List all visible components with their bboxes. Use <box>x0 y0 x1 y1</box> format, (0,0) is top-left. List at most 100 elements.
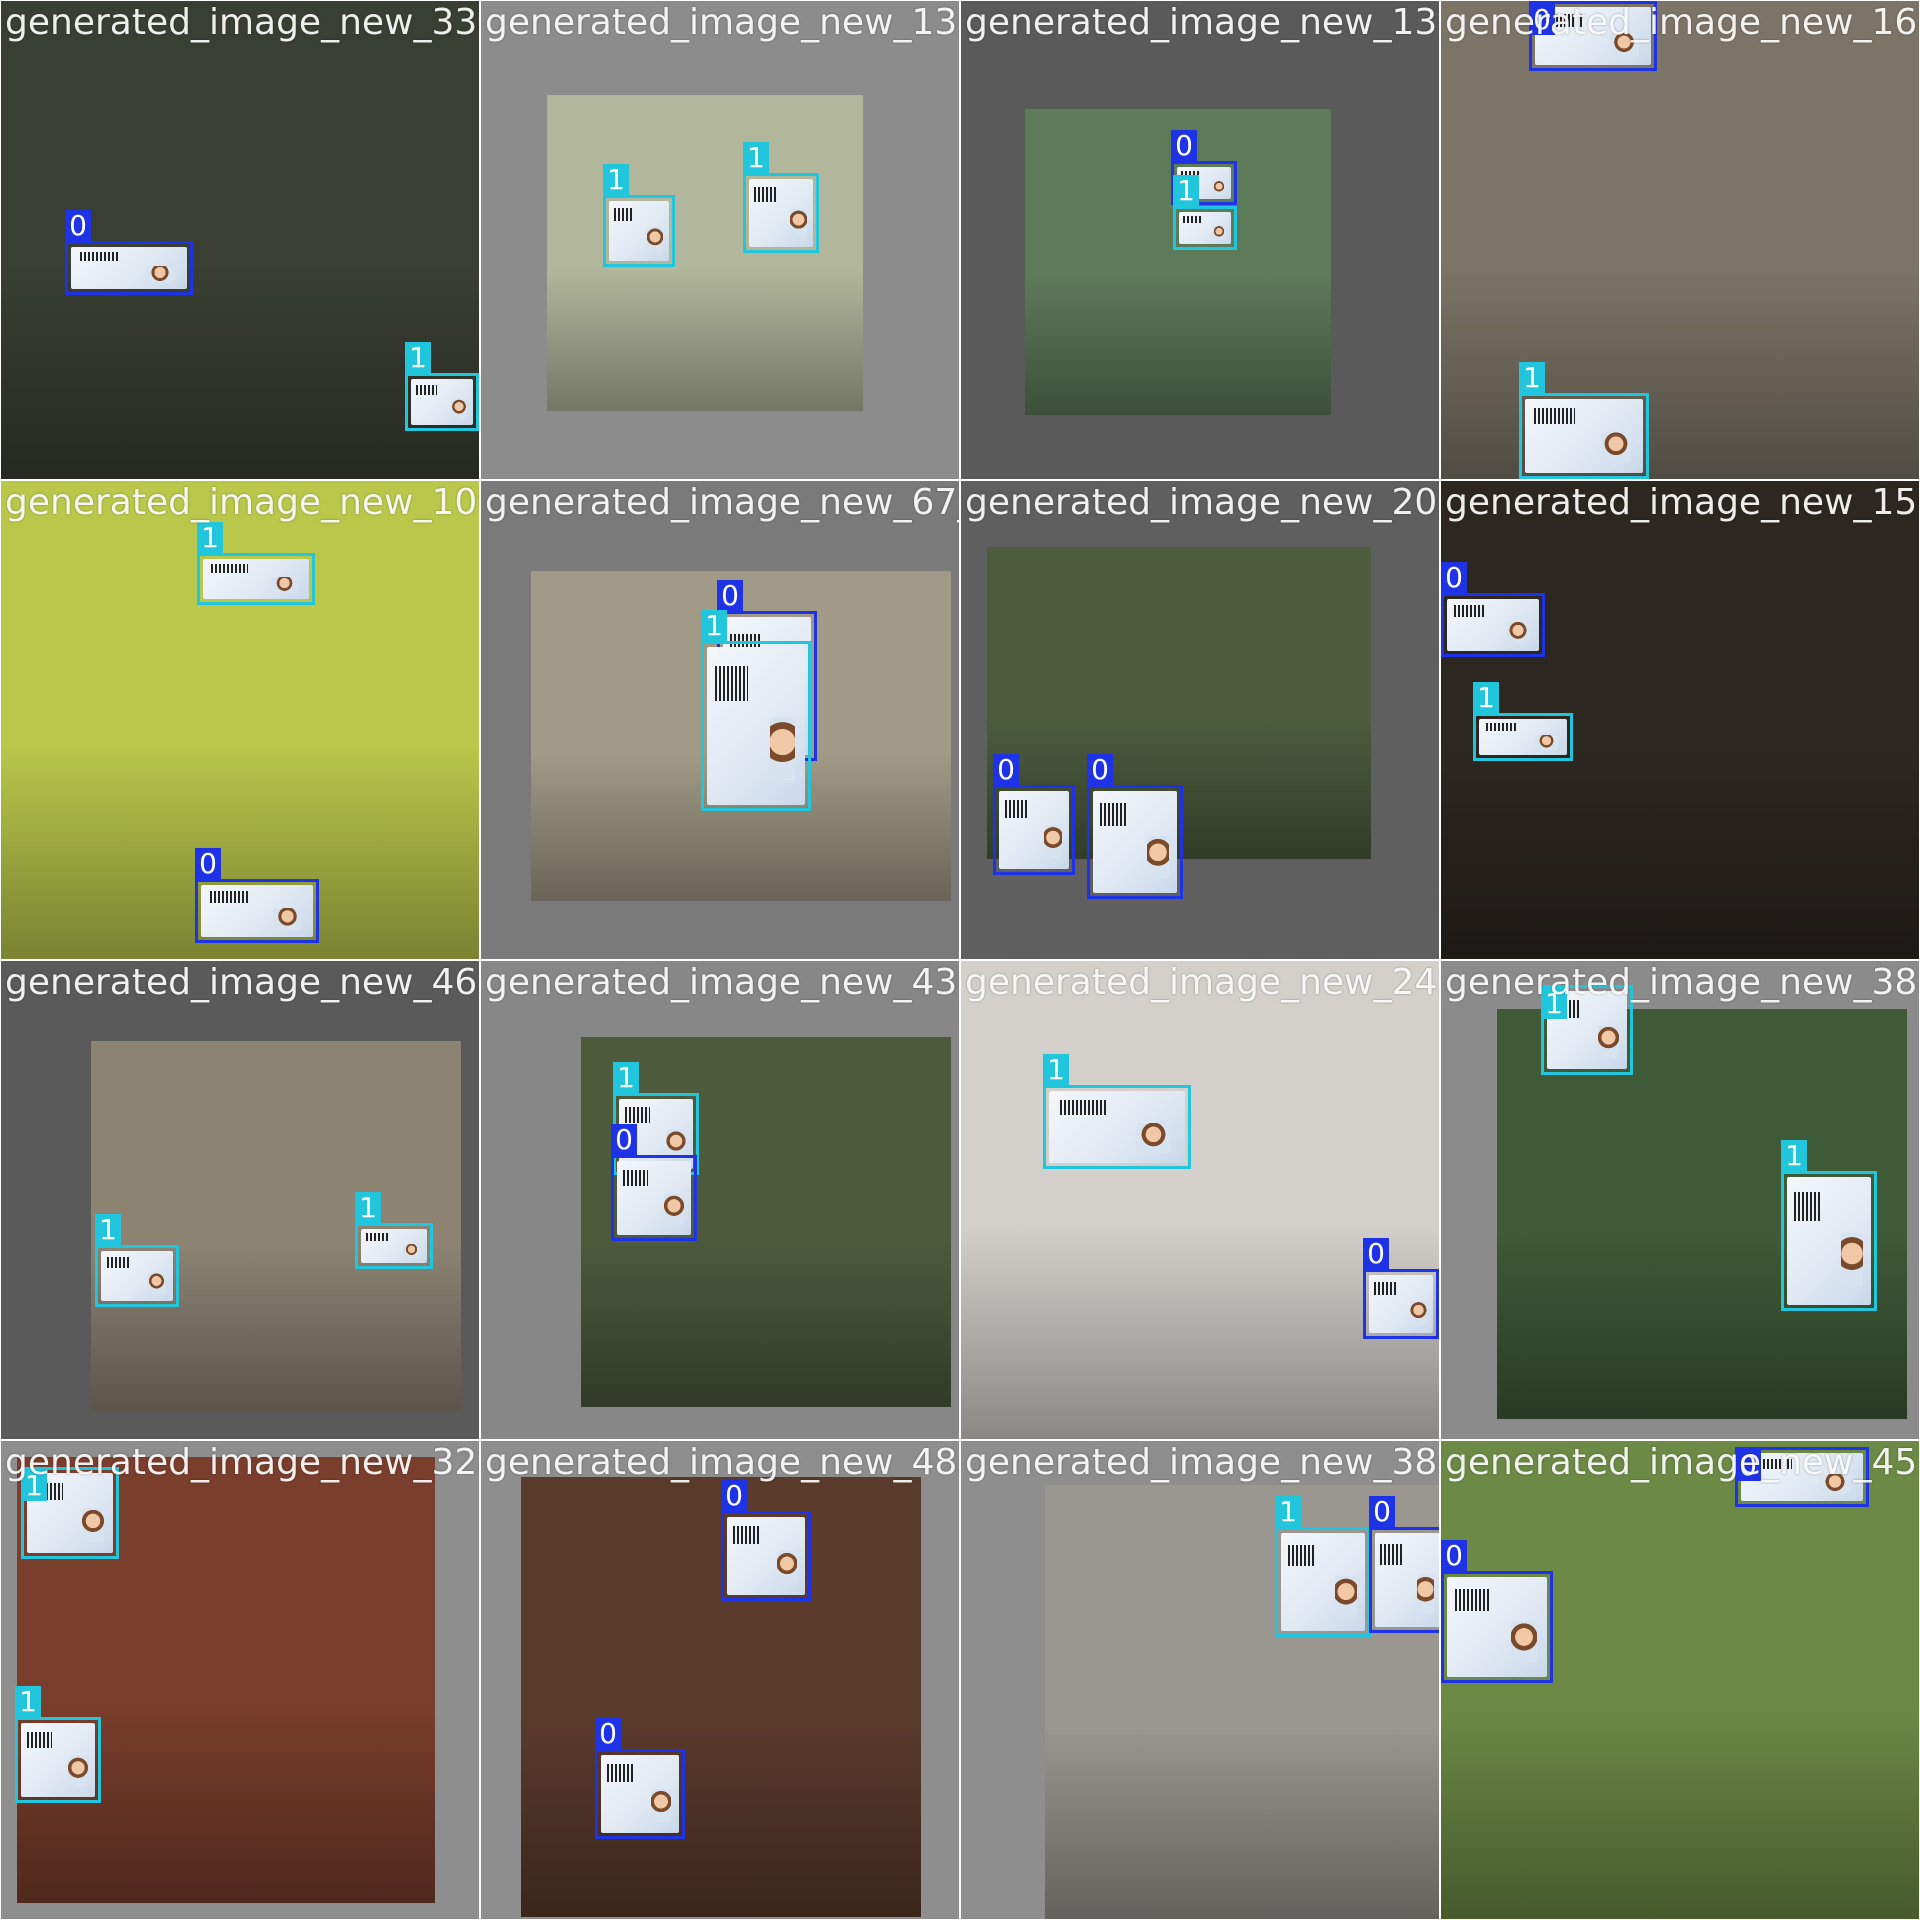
mosaic-tile: 0 1 generated_image_new_168 <box>1440 0 1920 480</box>
class-label: 0 <box>595 1718 621 1749</box>
class-label: 1 <box>197 522 223 553</box>
class-label: 1 <box>355 1192 381 1223</box>
detection-box: 1 <box>1541 985 1633 1075</box>
detection-box: 0 <box>993 754 1075 875</box>
id-card-image <box>609 201 669 261</box>
detection-box: 1 <box>197 522 315 605</box>
id-card-image <box>101 1251 173 1301</box>
tile-photo <box>961 961 1439 1439</box>
mosaic-tile: 1 0 generated_image_new_430_jpg.rf.2bdc655 <box>480 960 960 1440</box>
mosaic-tile: 1 1 generated_image_new_384 <box>1440 960 1920 1440</box>
class-label: 1 <box>21 1470 47 1501</box>
id-card-image <box>1281 1533 1365 1631</box>
detection-box: 1 <box>1473 682 1573 761</box>
class-label: 0 <box>195 848 221 879</box>
tile-filename: generated_image_new_133_jpg.rf.a1509bdb6… <box>485 2 959 43</box>
class-label: 0 <box>1441 1540 1467 1571</box>
id-card-image <box>1787 1177 1871 1305</box>
class-label: 1 <box>1173 175 1199 206</box>
id-card-image <box>1049 1091 1185 1163</box>
id-card-image <box>361 1229 427 1263</box>
class-label: 0 <box>721 1480 747 1511</box>
class-label: 1 <box>743 142 769 173</box>
detection-box: 0 <box>1441 562 1545 657</box>
id-card-image <box>21 1723 95 1797</box>
class-label: 0 <box>1171 130 1197 161</box>
class-label: 1 <box>1781 1140 1807 1171</box>
detection-box: 1 <box>1275 1496 1371 1637</box>
class-label: 0 <box>1087 754 1113 785</box>
class-label: 1 <box>613 1062 639 1093</box>
mosaic-tile: 01generated_image_new_335_jpg.rf.82d74e3… <box>0 0 480 480</box>
id-card-image <box>1447 1577 1547 1677</box>
class-label: 1 <box>1473 682 1499 713</box>
mosaic-tile: 10generated_image_new_109_jpg.rf.65a86b7… <box>0 480 480 960</box>
class-label: 1 <box>1541 988 1567 1019</box>
detection-box: 0 <box>1529 1 1657 71</box>
detection-box: 1 <box>95 1214 179 1307</box>
class-label: 0 <box>65 210 91 241</box>
id-card-image <box>601 1755 679 1833</box>
id-card-image <box>749 179 813 247</box>
id-card-image <box>707 647 805 805</box>
id-card-image <box>999 791 1069 869</box>
detection-box: 1 <box>405 342 479 431</box>
id-card-image <box>203 559 309 599</box>
id-card-image <box>1479 719 1567 755</box>
detection-box: 1 <box>1173 175 1237 250</box>
detection-box: 1 <box>21 1467 119 1559</box>
detection-box: 1 <box>701 610 811 811</box>
detection-box: 0 <box>721 1480 811 1601</box>
detection-box: 1 <box>1043 1054 1191 1169</box>
mosaic-tile: 0 1 generated_image_new_134_jpg.rf.40fe3f9… <box>960 0 1440 480</box>
mosaic-tile: 01 generated_image_new_67_jpg.rf.463ef099 <box>480 480 960 960</box>
tile-filename: generated_image_new_67_jpg.rf.463ef099 <box>485 482 959 523</box>
id-card-image <box>201 885 313 937</box>
tile-filename: generated_image_new_134_jpg.rf.40fe3f963 <box>965 2 1439 43</box>
id-card-image <box>411 379 473 425</box>
mosaic-tile: 11generated_image_new_328_jpg.rf.d49173b <box>0 1440 480 1920</box>
class-label: 1 <box>603 164 629 195</box>
detection-box: 1 <box>1519 362 1649 479</box>
detection-box: 1 <box>603 164 675 267</box>
class-label: 1 <box>1519 362 1545 393</box>
tile-filename: generated_image_new_460_jpg.rf.79f3fa69 <box>5 962 479 1003</box>
tile-filename: generated_image_new_483_jpg.rf.45a0441 <box>485 1442 959 1483</box>
image-mosaic: 01generated_image_new_335_jpg.rf.82d74e3… <box>0 0 1920 1920</box>
class-label: 0 <box>1735 1450 1761 1481</box>
id-card-image <box>1179 212 1231 244</box>
detection-box: 0 <box>1441 1540 1553 1683</box>
tile-filename: generated_image_new_430_jpg.rf.2bdc655 <box>485 962 959 1003</box>
class-label: 1 <box>1275 1496 1301 1527</box>
mosaic-tile: 1 1 generated_image_new_133_jpg.rf.a1509bd… <box>480 0 960 480</box>
class-label: 0 <box>611 1124 637 1155</box>
class-label: 0 <box>1369 1496 1395 1527</box>
tile-filename: generated_image_new_384 <box>1445 962 1920 1003</box>
detection-box: 0 <box>195 848 319 943</box>
detection-box: 0 <box>595 1718 685 1839</box>
class-label: 1 <box>405 342 431 373</box>
tile-photo <box>1441 1 1919 479</box>
id-card-image <box>1447 599 1539 651</box>
detection-box: 0 <box>65 210 193 295</box>
class-label: 0 <box>717 580 743 611</box>
class-label: 1 <box>701 610 727 641</box>
detection-box: 0 <box>1087 754 1183 899</box>
tile-photo <box>547 95 863 411</box>
detection-box: 1 <box>15 1686 101 1803</box>
mosaic-tile: 0 1 generated_image_new_150 <box>1440 480 1920 960</box>
mosaic-tile: 1 0 generated_image_new_380_jpg.rf.963f7ea <box>960 1440 1440 1920</box>
id-card-image <box>617 1161 691 1235</box>
detection-box: 0 <box>611 1124 697 1241</box>
id-card-image <box>1093 791 1177 893</box>
mosaic-tile: 1 1 generated_image_new_460_jpg.rf.79f3fa6… <box>0 960 480 1440</box>
detection-box: 0 <box>1369 1496 1439 1633</box>
class-label: 1 <box>95 1214 121 1245</box>
class-label: 0 <box>1441 562 1467 593</box>
class-label: 1 <box>15 1686 41 1717</box>
mosaic-tile: 0 0 generated_image_new_207_jpg.rf.88071c6… <box>960 480 1440 960</box>
tile-filename: generated_image_new_380_jpg.rf.963f7ea <box>965 1442 1439 1483</box>
detection-box: 1 <box>1781 1140 1877 1311</box>
id-card-image <box>1375 1533 1439 1627</box>
mosaic-tile: 00generated_image_new_483_jpg.rf.45a0441 <box>480 1440 960 1920</box>
